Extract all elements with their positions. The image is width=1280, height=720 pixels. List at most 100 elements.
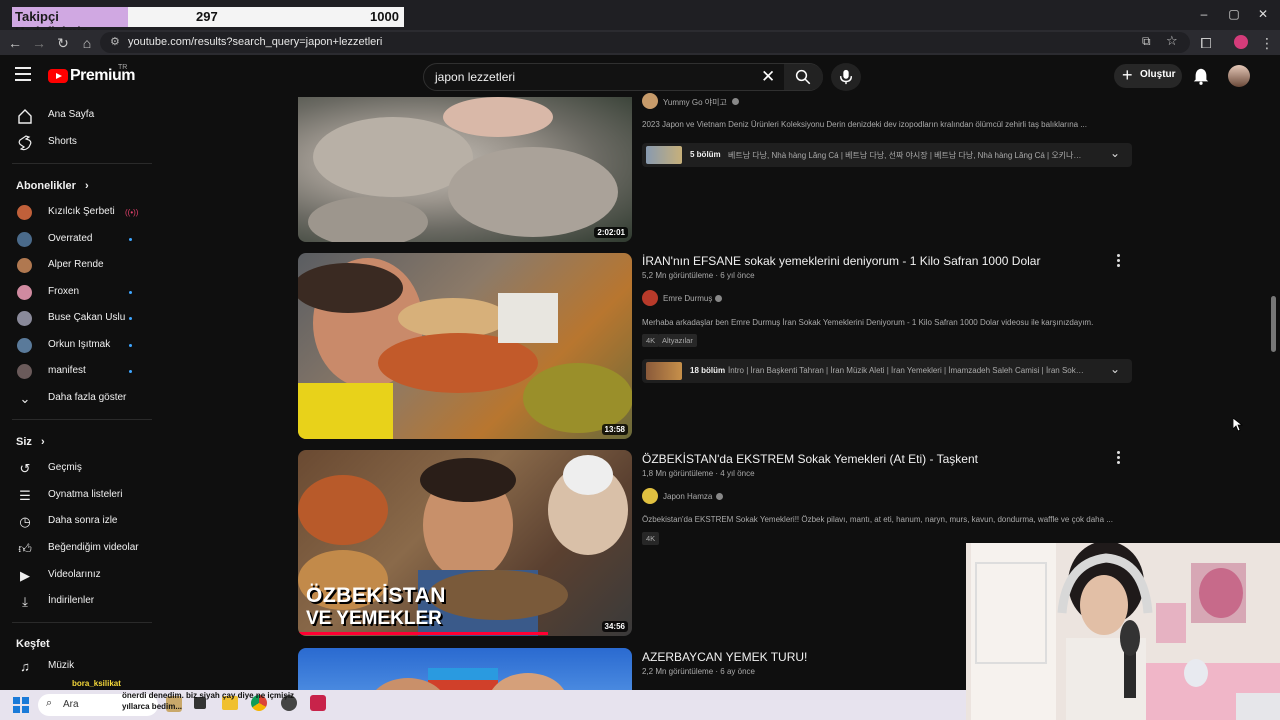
- chapters-count: 18 bölüm: [690, 366, 726, 375]
- profile-icon[interactable]: [1234, 35, 1248, 49]
- bookmark-star-icon[interactable]: ☆: [1166, 33, 1178, 49]
- browser-menu-icon[interactable]: ⋮: [1258, 34, 1276, 52]
- goal-progress-track: 297 1000: [128, 7, 404, 27]
- channel-avatar: [17, 205, 32, 220]
- sidebar-item-shorts[interactable]: Shorts: [0, 130, 153, 156]
- shorts-icon: [18, 135, 32, 151]
- chapters-count: 5 bölüm: [690, 150, 721, 159]
- sidebar-item-subscription[interactable]: Alper Rende: [0, 253, 153, 279]
- chapters-expander[interactable]: 18 bölüm İntro | İran Başkenti Tahran | …: [642, 359, 1132, 383]
- notifications-bell-icon[interactable]: [1192, 67, 1210, 85]
- more-options-icon[interactable]: [1114, 450, 1122, 464]
- show-more-button[interactable]: ⌄ Daha fazla göster: [0, 386, 153, 412]
- goal-label: Takipçi Hedefisimiz: [12, 7, 128, 39]
- create-label: Oluştur: [1140, 69, 1176, 80]
- video-title[interactable]: İRAN'nın EFSANE sokak yemeklerini deniyo…: [642, 254, 1040, 268]
- music-icon: ♫: [20, 659, 30, 674]
- verified-icon: [716, 493, 723, 500]
- sidebar-item-subscription[interactable]: Overrated: [0, 227, 153, 253]
- subscriptions-header[interactable]: Abonelikler ›: [16, 180, 89, 192]
- sidebar-item-subscription[interactable]: Buse Çakan Uslu: [0, 306, 153, 332]
- video-description: Merhaba arkadaşlar ben Emre Durmuş İran …: [642, 318, 1094, 327]
- video-description: 2023 Japon ve Vietnam Deniz Ürünleri Kol…: [642, 120, 1087, 129]
- your-videos-icon: ▶: [20, 568, 30, 583]
- url-text: youtube.com/results?search_query=japon+l…: [128, 36, 383, 48]
- video-title[interactable]: AZERBAYCAN YEMEK TURU!: [642, 650, 807, 664]
- new-content-dot: [129, 238, 132, 241]
- search-button[interactable]: [784, 64, 823, 90]
- sidebar-item-playlists[interactable]: ☰ Oynatma listeleri: [0, 483, 153, 509]
- you-header-label: Siz: [16, 436, 32, 448]
- channel-avatar: [17, 258, 32, 273]
- sidebar-item-subscription[interactable]: Orkun Işıtmak: [0, 333, 153, 359]
- site-info-icon[interactable]: ⚙: [110, 35, 120, 48]
- webcam-feed: [966, 543, 1280, 720]
- minimize-icon[interactable]: –: [1194, 6, 1214, 22]
- sidebar-item-label: Buse Çakan Uslu: [48, 312, 126, 323]
- search-icon: ⌕: [46, 697, 53, 709]
- iran-food-thumbnail-art: [298, 258, 632, 439]
- sidebar-item-label: Overrated: [48, 233, 93, 244]
- sidebar-item-label: manifest: [48, 365, 86, 376]
- view-count: 1,8 Mn görüntüleme: [642, 469, 714, 478]
- chevron-down-icon[interactable]: ⌄: [1110, 362, 1120, 376]
- video-duration: 2:02:01: [594, 227, 628, 238]
- sidebar-item-liked-videos[interactable]: 👍︎ Beğendiğim videolar: [0, 536, 153, 562]
- extensions-icon[interactable]: ⧠: [1197, 34, 1215, 52]
- mouse-cursor-icon: [1233, 418, 1243, 432]
- upload-age: 4 yıl önce: [720, 469, 755, 478]
- you-header[interactable]: Siz ›: [16, 436, 45, 448]
- download-icon: ⤓: [22, 594, 28, 609]
- account-avatar[interactable]: [1228, 65, 1250, 87]
- explore-header: Keşfet: [16, 638, 50, 650]
- upload-age: 6 yıl önce: [720, 271, 755, 280]
- sidebar-item-label: Froxen: [48, 286, 80, 297]
- chapters-expander[interactable]: 5 bölüm 베트남 다낭, Nhà hàng Lăng Cá | 베트남 다…: [642, 143, 1132, 167]
- url-bar[interactable]: ⚙ youtube.com/results?search_query=japon…: [100, 32, 1190, 53]
- sidebar-item-history[interactable]: ↺ Geçmiş: [0, 456, 153, 482]
- close-window-icon[interactable]: ✕: [1253, 6, 1273, 22]
- maximize-icon[interactable]: ▢: [1224, 6, 1244, 22]
- channel-avatar: [17, 338, 32, 353]
- menu-icon[interactable]: [15, 67, 31, 81]
- windows-start-icon[interactable]: [13, 697, 29, 713]
- youtube-header: Premium TR japon lezzetleri ✕ + Oluştur: [0, 55, 1280, 97]
- video-thumbnail[interactable]: 13:58: [298, 253, 632, 439]
- view-count: 5,2 Mn görüntüleme: [642, 271, 714, 280]
- scrollbar-thumb[interactable]: [1271, 296, 1276, 352]
- voice-search-button[interactable]: [831, 63, 861, 91]
- search-box[interactable]: japon lezzetleri ✕: [423, 63, 823, 91]
- more-options-icon[interactable]: [1114, 253, 1122, 267]
- badge-subtitles: Altyazılar: [658, 334, 697, 347]
- forward-icon[interactable]: →: [30, 34, 48, 52]
- create-button[interactable]: + Oluştur: [1114, 64, 1182, 88]
- taskbar-app-icon[interactable]: [310, 695, 326, 711]
- video-thumbnail[interactable]: 2:02:01: [298, 97, 632, 242]
- sidebar-item-downloads[interactable]: ⤓ İndirilenler: [0, 589, 153, 615]
- video-thumbnail[interactable]: ÖZBEKİSTAN VE YEMEKLER 34:56: [298, 450, 632, 636]
- sidebar-item-music[interactable]: ♫ Müzik: [0, 654, 153, 680]
- reload-icon[interactable]: ↻: [54, 34, 72, 52]
- sidebar-item-subscription[interactable]: Froxen: [0, 280, 153, 306]
- view-count: 2,2 Mn görüntüleme: [642, 667, 714, 676]
- sidebar-item-label: Alper Rende: [48, 259, 104, 270]
- sidebar-item-subscription[interactable]: Kızılcık Şerbeti ((•)): [0, 200, 153, 226]
- sidebar-item-your-videos[interactable]: ▶ Videolarınız: [0, 563, 153, 589]
- install-icon[interactable]: ⧉: [1142, 34, 1151, 49]
- channel-name: Japon Hamza: [663, 492, 713, 501]
- clear-search-icon[interactable]: ✕: [761, 67, 775, 87]
- search-input[interactable]: japon lezzetleri: [435, 70, 515, 84]
- watch-later-icon: ◷: [19, 514, 31, 529]
- video-title[interactable]: ÖZBEKİSTAN'da EKSTREM Sokak Yemekleri (A…: [642, 452, 978, 466]
- home-browser-icon[interactable]: ⌂: [78, 34, 96, 52]
- sidebar-item-home[interactable]: Ana Sayfa: [0, 103, 153, 129]
- sidebar-item-watch-later[interactable]: ◷ Daha sonra izle: [0, 509, 153, 535]
- streamer-webcam: [966, 543, 1280, 720]
- sidebar-item-label: Kızılcık Şerbeti: [48, 206, 115, 217]
- new-content-dot: [129, 370, 132, 373]
- browser-toolbar: ← → ↻ ⌂ ⚙ youtube.com/results?search_que…: [0, 30, 1280, 55]
- chevron-down-icon[interactable]: ⌄: [1110, 146, 1120, 160]
- divider: [12, 419, 152, 420]
- sidebar-item-subscription[interactable]: manifest: [0, 359, 153, 385]
- back-icon[interactable]: ←: [6, 34, 24, 52]
